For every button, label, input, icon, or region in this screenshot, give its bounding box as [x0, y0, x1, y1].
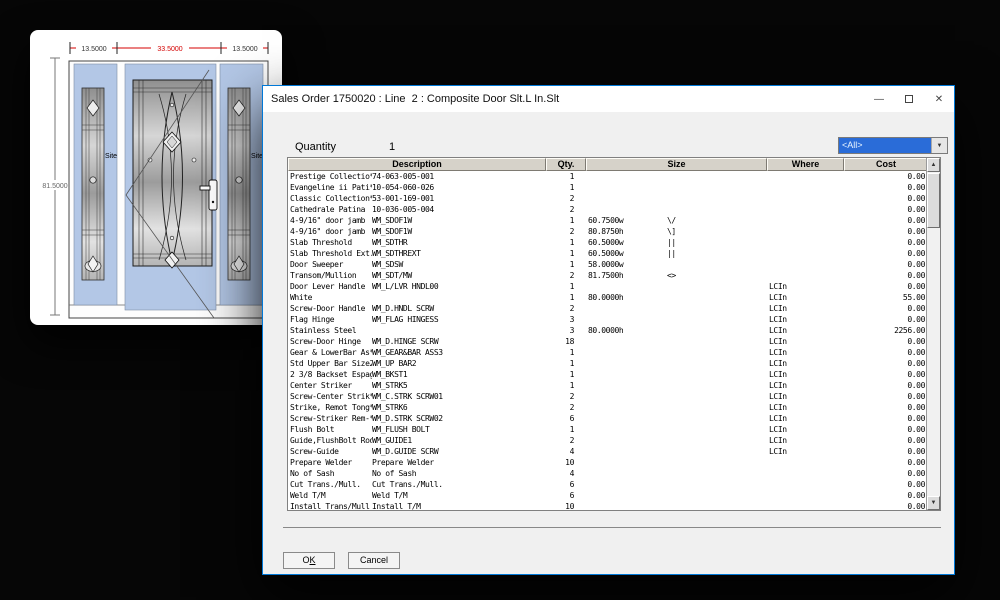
- table-row[interactable]: 4-9/16" door jamb WM_SDOF1W 1 60.7500w \…: [288, 215, 928, 226]
- table-row[interactable]: 4-9/16" door jamb WM_SDOF1W 2 80.8750h \…: [288, 226, 928, 237]
- scroll-up-icon[interactable]: ▲: [927, 158, 940, 172]
- table-row[interactable]: Flush Bolt WM_FLUSH BOLT 1 LCIn 0.00: [288, 424, 928, 435]
- left-sidelite: Site: [74, 64, 117, 305]
- table-row[interactable]: Prepare Welder Prepare Welder 10 0.00: [288, 457, 928, 468]
- table-row[interactable]: Slab Threshold Ext. WM_SDTHREXT 1 60.500…: [288, 248, 928, 259]
- cancel-button[interactable]: Cancel: [348, 552, 400, 569]
- table-row[interactable]: Cathedrale Patina 10-036-005-004 2 0.00: [288, 204, 928, 215]
- column-header-where[interactable]: Where: [767, 158, 844, 171]
- right-sidelite: Site: [220, 64, 263, 305]
- filter-dropdown[interactable]: <All> ▼: [838, 137, 948, 154]
- table-row[interactable]: Flag Hinge WM_FLAG HINGESS 3 LCIn 0.00: [288, 314, 928, 325]
- dim-right-label: 13.5000: [232, 46, 257, 53]
- dialog-titlebar[interactable]: Sales Order 1750020 : Line 2 : Composite…: [263, 86, 954, 112]
- column-header-cost[interactable]: Cost: [844, 158, 928, 171]
- table-row[interactable]: Door Lever Handle WM_L/LVR HNDL00 1 LCIn…: [288, 281, 928, 292]
- table-row[interactable]: Evangeline ii Pati* 10-054-060-026 1 0.0…: [288, 182, 928, 193]
- table-row[interactable]: Screw-Door Hinge WM_D.HINGE SCRW 18 LCIn…: [288, 336, 928, 347]
- table-row[interactable]: Center Striker WM_STRK5 1 LCIn 0.00: [288, 380, 928, 391]
- top-dimension-line: 13.5000 33.5000 13.5000: [70, 42, 268, 54]
- desktop-background: 13.5000 33.5000 13.5000 81.5000: [0, 0, 1000, 600]
- bom-table-body: Prestige Collectio* 74-063-005-001 1 0.0…: [288, 171, 928, 512]
- window-controls: — ✕: [864, 86, 954, 112]
- left-sidelite-label: Site: [105, 153, 117, 160]
- dim-height-label: 81.5000: [42, 183, 67, 190]
- filter-dropdown-value: <All>: [839, 138, 931, 153]
- table-row[interactable]: Guide,FlushBolt Rod WM_GUIDE1 2 LCIn 0.0…: [288, 435, 928, 446]
- table-row[interactable]: Slab Threshold WM_SDTHR 1 60.5000w || 0.…: [288, 237, 928, 248]
- column-header-size[interactable]: Size: [586, 158, 767, 171]
- dim-center-label: 33.5000: [157, 46, 182, 53]
- bom-table-header: Description Qty. Size Where Cost: [288, 158, 928, 171]
- scrollbar-thumb[interactable]: [927, 173, 940, 228]
- table-row[interactable]: Classic Collection* 53-001-169-001 2 0.0…: [288, 193, 928, 204]
- table-row[interactable]: Prestige Collectio* 74-063-005-001 1 0.0…: [288, 171, 928, 182]
- table-row[interactable]: Stainless Steel 3 80.0000h LCIn 2256.00: [288, 325, 928, 336]
- table-row[interactable]: Transom/Mullion WM_SDT/MW 2 81.7500h <> …: [288, 270, 928, 281]
- table-row[interactable]: Screw-Center Strik* WM_C.STRK SCRW01 2 L…: [288, 391, 928, 402]
- dim-left-label: 13.5000: [81, 46, 106, 53]
- table-row[interactable]: Cut Trans./Mull. Cut Trans./Mull. 6 0.00: [288, 479, 928, 490]
- height-dimension-line: 81.5000: [38, 58, 72, 315]
- minimize-button[interactable]: —: [864, 86, 894, 112]
- column-header-qty[interactable]: Qty.: [546, 158, 586, 171]
- table-scrollbar[interactable]: ▲ ▼: [926, 158, 940, 510]
- table-row[interactable]: Screw-Guide WM_D.GUIDE SCRW 4 LCIn 0.00: [288, 446, 928, 457]
- table-row[interactable]: Door Sweeper WM_SDSW 1 58.0000w 0.00: [288, 259, 928, 270]
- dialog-title: Sales Order 1750020 : Line 2 : Composite…: [263, 93, 559, 105]
- table-row[interactable]: Screw-Striker Rem-* WM_D.STRK SCRW02 6 L…: [288, 413, 928, 424]
- ok-button[interactable]: OK: [283, 552, 335, 569]
- door-drawing: 13.5000 33.5000 13.5000 81.5000: [30, 30, 282, 325]
- close-icon: ✕: [935, 94, 943, 105]
- table-row[interactable]: Strike, Remot Tong* WM_STRK6 2 LCIn 0.00: [288, 402, 928, 413]
- close-button[interactable]: ✕: [924, 86, 954, 112]
- minimize-icon: —: [874, 94, 884, 105]
- table-row[interactable]: Gear & LowerBar As* WM_GEAR&BAR ASS3 1 L…: [288, 347, 928, 358]
- bom-table: Description Qty. Size Where Cost Prestig…: [287, 157, 941, 511]
- quantity-label: Quantity: [295, 141, 336, 153]
- dialog-tabstrip: Situation Solution B. O. M. Costing Pric…: [283, 527, 941, 543]
- door-drawing-panel: 13.5000 33.5000 13.5000 81.5000: [30, 30, 282, 325]
- quantity-value: 1: [389, 141, 395, 153]
- sales-order-dialog: Sales Order 1750020 : Line 2 : Composite…: [262, 85, 955, 575]
- chevron-down-icon[interactable]: ▼: [931, 138, 947, 153]
- table-row[interactable]: 2 3/8 Backset Espag WM_BKST1 1 LCIn 0.00: [288, 369, 928, 380]
- column-header-description[interactable]: Description: [288, 158, 546, 171]
- maximize-button[interactable]: [894, 86, 924, 112]
- table-row[interactable]: Install Trans/Mull Install T/M 10 0.00: [288, 501, 928, 512]
- table-row[interactable]: Screw-Door Handle WM_D.HNDL SCRW 2 LCIn …: [288, 303, 928, 314]
- scroll-down-icon[interactable]: ▼: [927, 496, 940, 510]
- table-row[interactable]: White 1 80.0000h LCIn 55.00: [288, 292, 928, 303]
- table-row[interactable]: No of Sash No of Sash 4 0.00: [288, 468, 928, 479]
- table-row[interactable]: Std Upper Bar Size2 WM_UP BAR2 1 LCIn 0.…: [288, 358, 928, 369]
- table-row[interactable]: Weld T/M Weld T/M 6 0.00: [288, 490, 928, 501]
- maximize-icon: [905, 95, 913, 103]
- dialog-content: Quantity 1 <All> ▼ Description Qty. Size…: [263, 112, 954, 574]
